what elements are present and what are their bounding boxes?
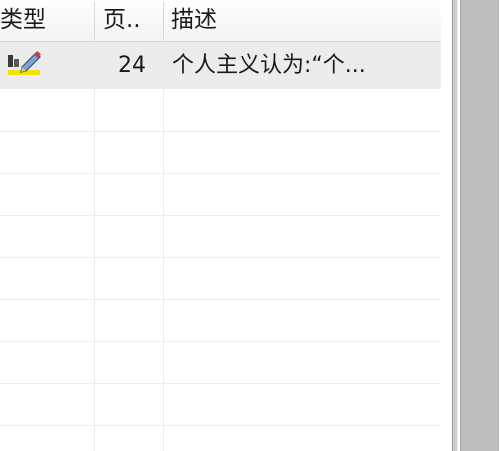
- window-edge: [441, 0, 500, 451]
- column-divider[interactable]: [94, 2, 95, 39]
- grid-line: [0, 341, 441, 342]
- grid-line: [94, 41, 95, 451]
- pane-splitter[interactable]: [452, 0, 458, 451]
- column-header-type[interactable]: 类型: [0, 0, 92, 41]
- grid-line: [0, 257, 441, 258]
- annotation-list: 类型 页.. 描述 24 个人主义认为:“个...: [0, 0, 441, 451]
- row-description-cell: 个人主义认为:“个...: [172, 53, 366, 78]
- grid-line: [163, 41, 164, 451]
- grid-line: [0, 425, 441, 426]
- list-header: 类型 页.. 描述: [0, 0, 441, 42]
- grid-line: [0, 131, 441, 132]
- side-pane: [460, 0, 499, 451]
- grid-line: [0, 383, 441, 384]
- column-divider[interactable]: [163, 2, 164, 39]
- grid-line: [0, 173, 441, 174]
- row-type-cell: [0, 42, 92, 89]
- grid-line: [0, 215, 441, 216]
- grid-line: [0, 299, 441, 300]
- row-page-cell: 24: [118, 53, 146, 78]
- pencil-note-icon: [8, 50, 42, 75]
- table-row[interactable]: 24 个人主义认为:“个...: [0, 42, 441, 89]
- column-header-page[interactable]: 页..: [103, 0, 161, 41]
- column-header-description[interactable]: 描述: [171, 0, 431, 41]
